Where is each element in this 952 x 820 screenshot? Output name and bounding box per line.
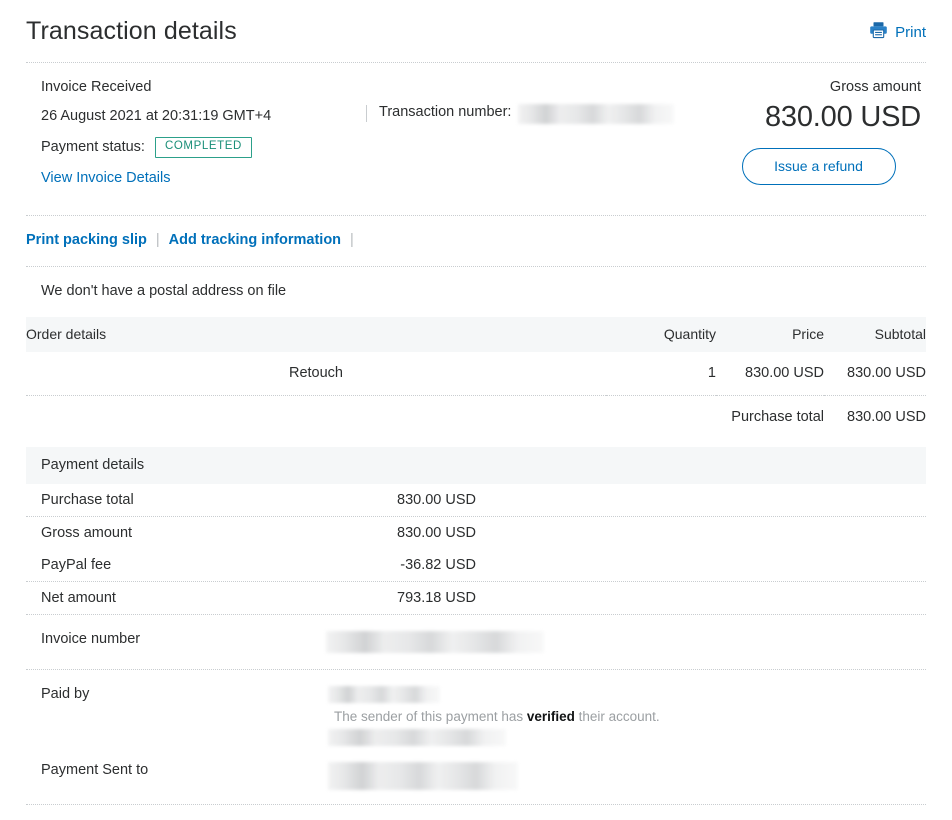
actions-bar: Print packing slip | Add tracking inform… [0,216,952,248]
invoice-number-body [326,630,926,653]
payment-row-paypal-fee: PayPal fee -36.82 USD [26,549,926,582]
payment-sent-to-label: Payment Sent to [41,761,149,778]
cell-item-subtotal: 830.00 USD [824,351,926,396]
summary-right-column: Gross amount 830.00 USD Issue a refund [716,79,926,187]
payment-details-list: Purchase total 830.00 USD Gross amount 8… [0,484,952,653]
order-table-body: Retouch 1 830.00 USD 830.00 USD Purchase… [26,351,926,439]
issue-refund-button[interactable]: Issue a refund [741,147,896,186]
paid-by-section: Paid by The sender of this payment has v… [0,670,952,790]
field-payment-sent-to: Payment Sent to [26,746,926,790]
column-header-price: Price [716,316,824,352]
invoice-number-value-redacted [326,630,544,653]
action-separator-1: | [155,231,160,248]
order-details-table: Order details Quantity Price Subtotal Re… [26,316,926,439]
payment-sent-to-body [326,761,926,790]
gross-amount-label: Gross amount [829,78,921,95]
paid-by-email-redacted [328,728,506,746]
transaction-number-value-redacted [518,103,675,124]
total-spacer-1 [26,395,606,439]
payment-status-row: Payment status: COMPLETED [41,137,366,158]
view-invoice-details-link[interactable]: View Invoice Details [41,170,171,186]
field-invoice-number: Invoice number [26,615,926,653]
purchase-total-label: Purchase total [731,408,824,425]
payment-row-label: Net amount [41,589,116,606]
payment-row-gross-amount: Gross amount 830.00 USD [26,517,926,549]
page-title: Transaction details [26,17,237,45]
paid-by-label: Paid by [41,685,90,702]
paid-by-name-redacted [328,685,440,703]
print-packing-slip-link[interactable]: Print packing slip [26,232,147,248]
verified-word: verified [526,708,575,724]
order-table-header: Order details Quantity Price Subtotal [26,316,926,352]
column-header-order-details: Order details [26,316,606,352]
verified-prefix: The sender of this payment has [334,708,527,724]
column-header-quantity: Quantity [606,316,716,352]
total-spacer-2 [606,395,716,439]
verified-account-note: The sender of this payment has verified … [334,709,926,724]
postal-address-note: We don't have a postal address on file [41,282,287,299]
payment-sent-to-value-redacted [328,761,518,790]
field-paid-by: Paid by The sender of this payment has v… [26,670,926,746]
add-tracking-information-link[interactable]: Add tracking information [169,232,341,248]
print-button[interactable]: Print [869,21,926,43]
payment-row-purchase-total: Purchase total 830.00 USD [26,484,926,517]
invoice-number-label: Invoice number [41,630,141,647]
order-table-header-row: Order details Quantity Price Subtotal [26,316,926,352]
bottom-divider [26,803,926,805]
summary-left-column: Invoice Received 26 August 2021 at 20:31… [26,79,366,187]
payment-row-value: 793.18 USD [397,589,476,606]
invoice-status-text: Invoice Received [41,78,152,95]
transaction-number-label: Transaction number: [379,103,512,120]
order-details-table-wrap: Order details Quantity Price Subtotal Re… [0,316,952,439]
column-header-subtotal: Subtotal [824,316,926,352]
printer-icon [869,21,888,43]
payment-row-net-amount: Net amount 793.18 USD [26,582,926,615]
table-row: Retouch 1 830.00 USD 830.00 USD [26,351,926,396]
vertical-divider [366,104,367,122]
transaction-summary: Invoice Received 26 August 2021 at 20:31… [0,63,952,187]
payment-row-label: Purchase total [41,491,134,508]
payment-row-value: -36.82 USD [400,556,476,573]
payment-details-section-title: Payment details [26,446,926,484]
cell-item-quantity: 1 [606,351,716,396]
purchase-total-value: 830.00 USD [847,408,926,425]
payment-row-value: 830.00 USD [397,491,476,508]
paid-by-body: The sender of this payment has verified … [326,685,926,746]
cell-item-price: 830.00 USD [716,351,824,396]
payment-row-label: PayPal fee [41,556,112,573]
cell-item-name: Retouch [26,351,606,396]
transaction-number-block: Transaction number: [366,79,716,187]
verified-suffix: their account. [574,708,660,724]
action-separator-2: | [350,231,354,248]
payment-status-label: Payment status: [41,138,145,155]
transaction-datetime: 26 August 2021 at 20:31:19 GMT+4 [41,107,272,124]
purchase-total-row: Purchase total 830.00 USD [26,395,926,439]
print-label: Print [895,23,926,41]
page-header: Transaction details Print [0,0,952,62]
payment-row-label: Gross amount [41,524,133,541]
status-badge: COMPLETED [154,137,252,158]
gross-amount-value: 830.00 USD [765,100,921,133]
payment-row-value: 830.00 USD [397,524,476,541]
